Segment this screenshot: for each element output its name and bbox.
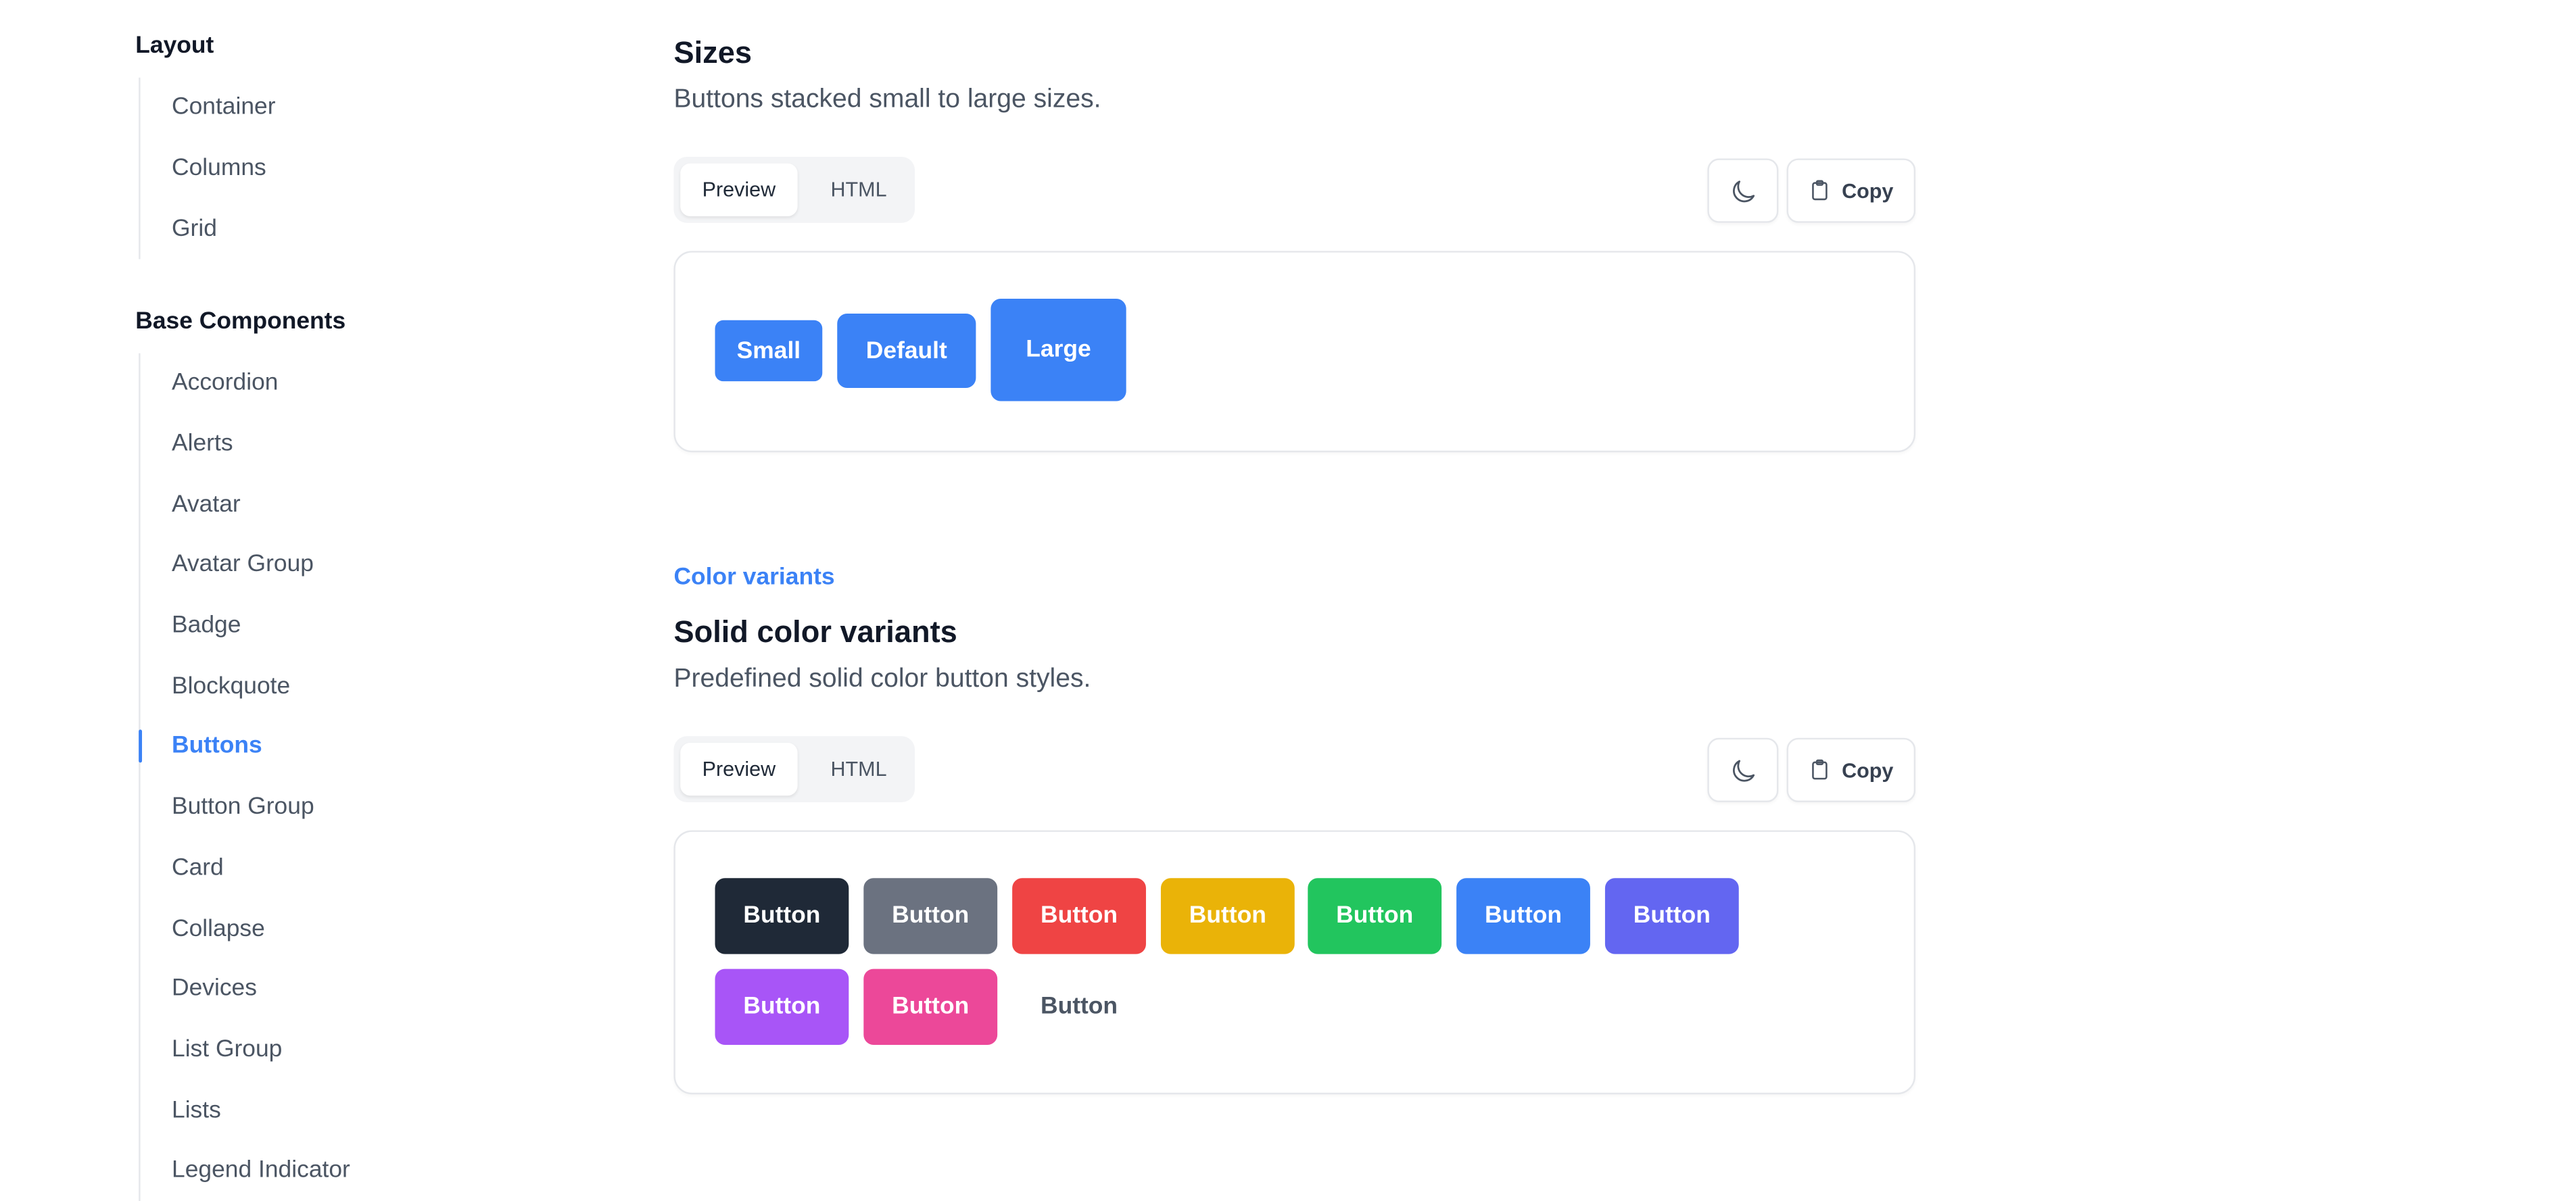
solid-view-tabs: Preview HTML [673,736,915,802]
dark-mode-toggle-button[interactable] [1707,737,1779,802]
sidebar-item-collapse[interactable]: Collapse [141,898,350,959]
button-indigo[interactable]: Button [1604,878,1739,954]
sidebar-item-grid[interactable]: Grid [141,199,276,260]
copy-button[interactable]: Copy [1786,158,1916,223]
large-button[interactable]: Large [991,299,1126,401]
tab-preview[interactable]: Preview [680,163,798,216]
sizes-preview-panel: Small Default Large [673,251,1916,453]
solid-variants-title: Solid color variants [673,614,957,649]
default-button[interactable]: Default [837,314,976,388]
sidebar-item-avatar-group[interactable]: Avatar Group [141,535,350,595]
moon-icon [1728,176,1758,205]
button-blue[interactable]: Button [1456,878,1590,954]
button-yellow[interactable]: Button [1160,878,1295,954]
sidebar-item-container[interactable]: Container [141,78,276,139]
dark-mode-toggle-button[interactable] [1707,158,1779,223]
button-purple[interactable]: Button [715,969,849,1045]
button-red[interactable]: Button [1012,878,1146,954]
sidebar-item-alerts[interactable]: Alerts [141,414,350,474]
copy-label: Copy [1842,758,1894,782]
copy-button[interactable]: Copy [1786,737,1916,802]
tab-preview[interactable]: Preview [680,743,798,796]
small-button[interactable]: Small [715,320,823,382]
sizes-title: Sizes [673,34,753,70]
copy-label: Copy [1842,178,1894,203]
sidebar-item-columns[interactable]: Columns [141,138,276,199]
sizes-view-tabs: Preview HTML [673,157,915,223]
sidebar-item-blockquote[interactable]: Blockquote [141,656,350,717]
color-variants-link[interactable]: Color variants [673,564,834,591]
sidebar-item-card[interactable]: Card [141,837,350,898]
sidebar-group-title-base-components: Base Components [135,308,346,335]
sidebar-item-button-group[interactable]: Button Group [141,777,350,838]
sizes-description: Buttons stacked small to large sizes. [673,85,1101,114]
sidebar-item-buttons[interactable]: Buttons [139,716,350,777]
sidebar-item-devices[interactable]: Devices [141,959,350,1020]
button-pink[interactable]: Button [863,969,998,1045]
tab-html[interactable]: HTML [806,743,911,795]
sidebar-item-legend-indicator[interactable]: Legend Indicator [141,1140,350,1201]
sidebar-item-list-group[interactable]: List Group [141,1019,350,1080]
page: Layout Container Columns Grid Base Compo… [0,0,2576,1201]
button-white[interactable]: Button [1012,969,1146,1045]
sidebar-item-lists[interactable]: Lists [141,1080,350,1141]
sidebar-group-layout: Container Columns Grid [139,77,276,260]
sidebar-group-title-layout: Layout [135,32,214,59]
sidebar-item-badge[interactable]: Badge [141,595,350,656]
button-green[interactable]: Button [1308,878,1442,954]
button-dark[interactable]: Button [715,878,849,954]
sidebar-item-avatar[interactable]: Avatar [141,474,350,535]
button-gray[interactable]: Button [863,878,998,954]
moon-icon [1728,755,1758,785]
clipboard-icon [1809,178,1832,203]
clipboard-icon [1809,758,1832,783]
solid-variants-description: Predefined solid color button styles. [673,665,1091,693]
solid-variants-preview-panel: Button Button Button Button Button Butto… [673,830,1916,1095]
tab-html[interactable]: HTML [806,164,911,216]
sidebar-item-accordion[interactable]: Accordion [141,353,350,414]
sidebar-group-base-components: Accordion Alerts Avatar Avatar Group Bad… [139,353,350,1201]
